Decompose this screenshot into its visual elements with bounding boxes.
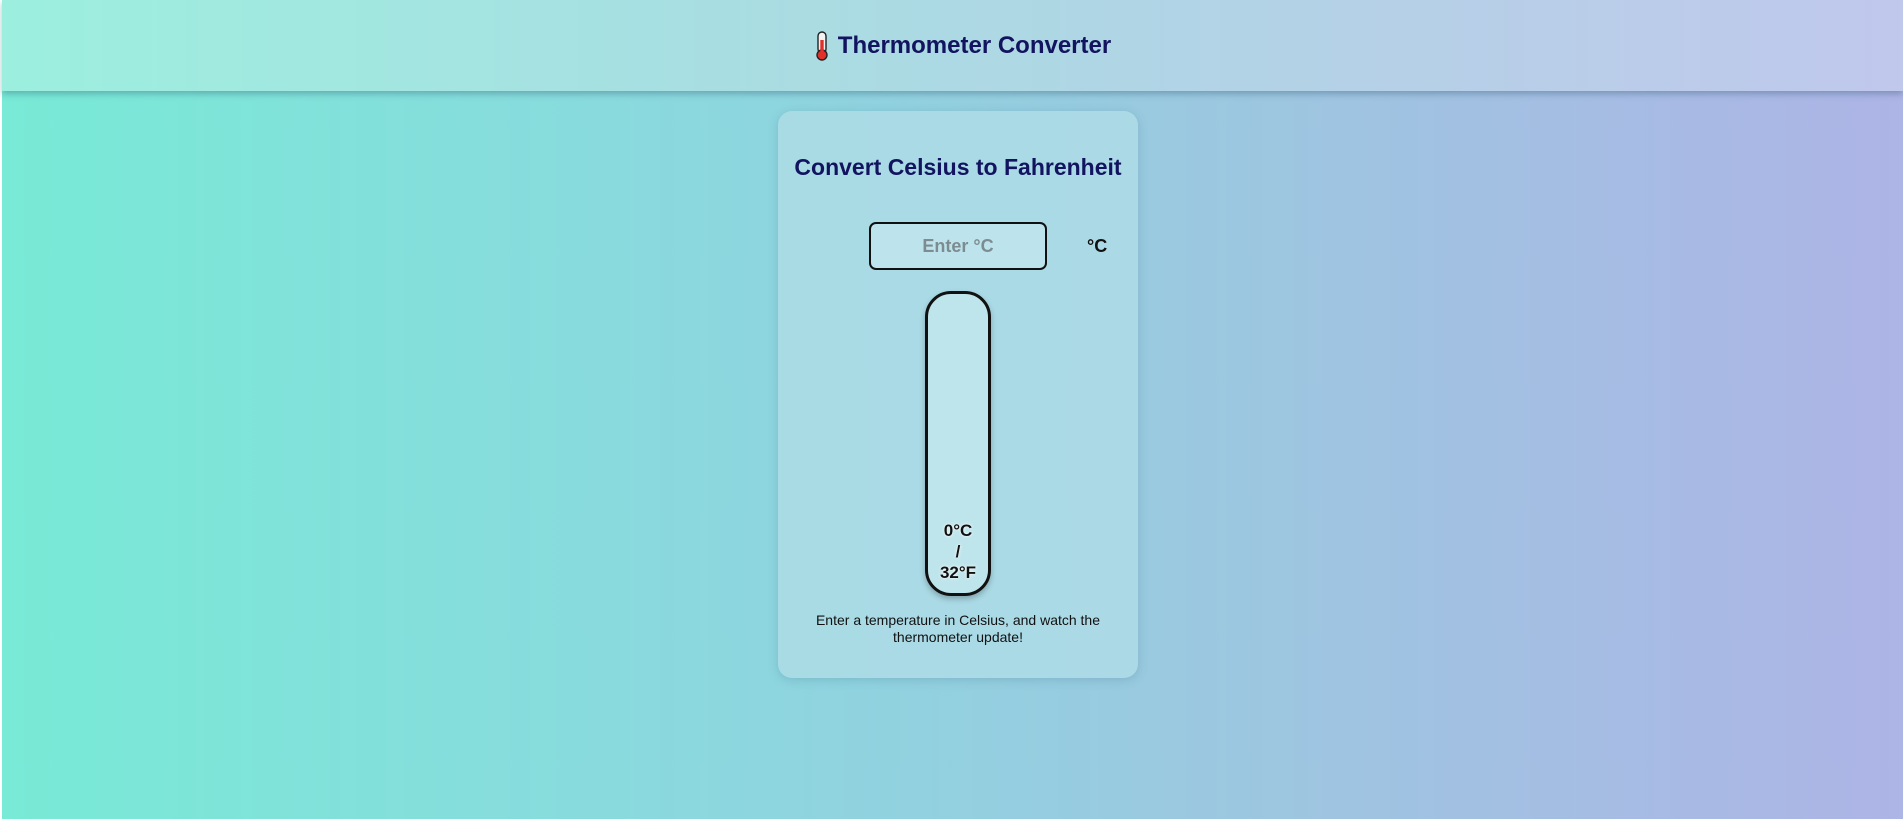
thermometer-icon [816,30,828,61]
instruction-text: Enter a temperature in Celsius, and watc… [815,612,1101,645]
celsius-unit-label: °C [1087,236,1108,256]
app-header: Thermometer Converter [2,0,1903,91]
page-left-edge [0,0,2,819]
header-title-group: Thermometer Converter [812,30,1112,61]
celsius-input[interactable] [869,222,1047,270]
app-title: Thermometer Converter [837,31,1112,59]
thermometer-reading: 0°C / 32°F [939,521,977,582]
converter-card: Convert Celsius to Fahrenheit °C 0°C / 3… [778,111,1138,678]
thermometer-display: 0°C / 32°F [925,291,991,596]
card-heading: Convert Celsius to Fahrenheit [794,154,1122,180]
